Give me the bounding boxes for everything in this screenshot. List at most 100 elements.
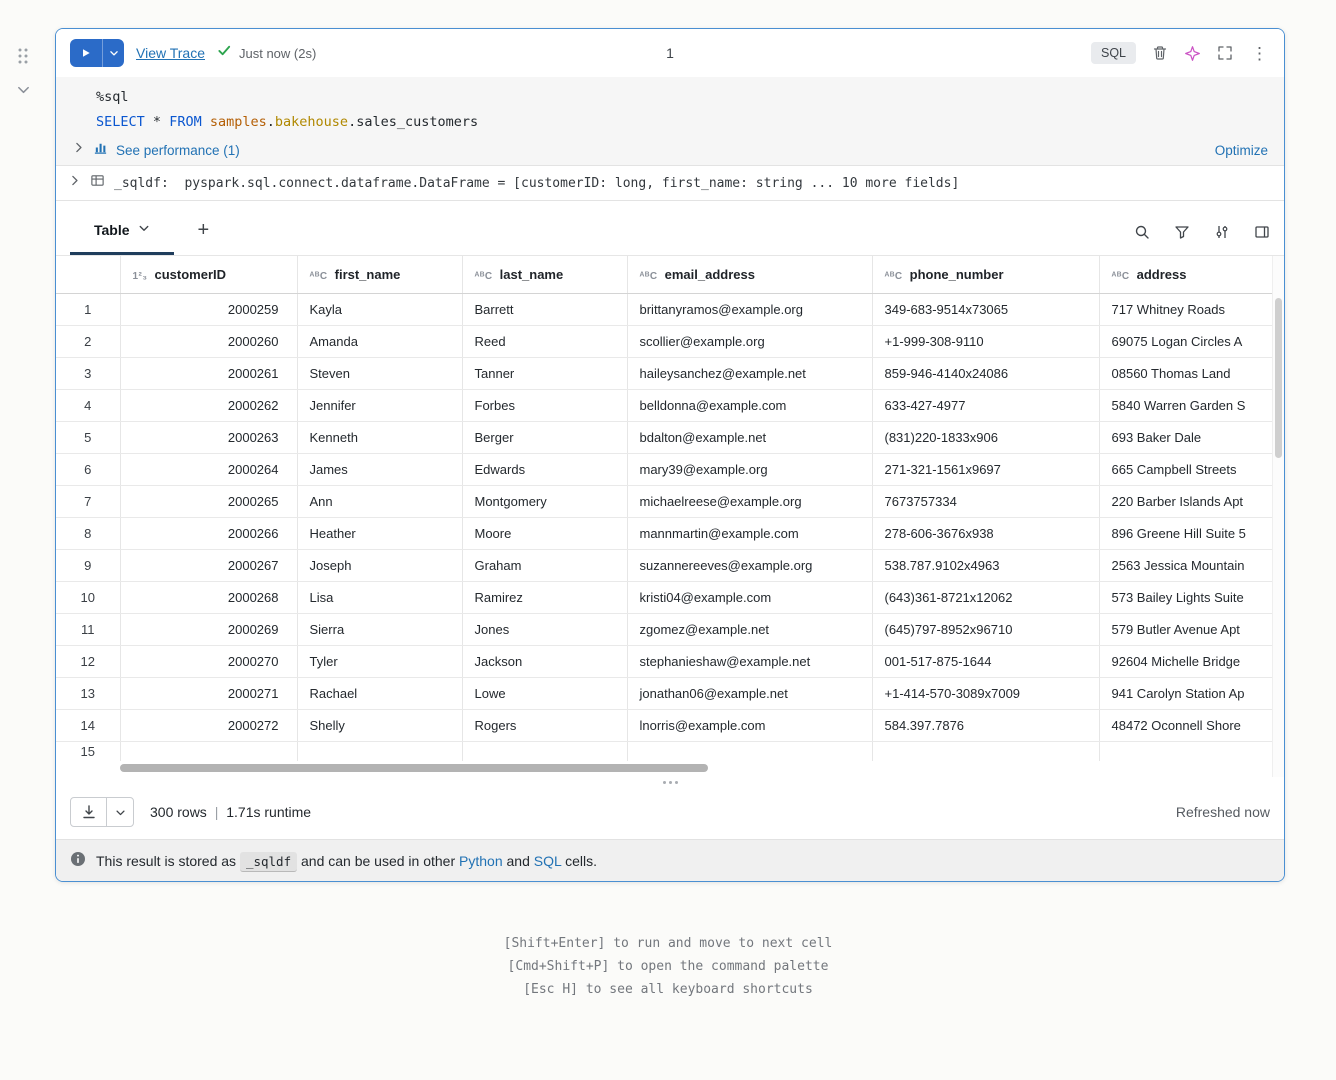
expand-output-chevron-icon[interactable]	[68, 174, 81, 192]
expand-performance-chevron-icon[interactable]	[72, 141, 85, 159]
cell-customerID[interactable]: 2000265	[120, 485, 297, 517]
cell-customerID[interactable]: 2000264	[120, 453, 297, 485]
row-number[interactable]: 3	[56, 357, 120, 389]
run-button[interactable]	[70, 39, 124, 67]
cell-first_name[interactable]: Tyler	[297, 645, 462, 677]
cell-last_name[interactable]: Moore	[462, 517, 627, 549]
cell-phone_number[interactable]: 584.397.7876	[872, 709, 1099, 741]
cell-last_name[interactable]: Berger	[462, 421, 627, 453]
cell-email_address[interactable]: stephanieshaw@example.net	[627, 645, 872, 677]
view-trace-link[interactable]: View Trace	[136, 45, 205, 61]
cell-first_name[interactable]: Kayla	[297, 293, 462, 325]
collapse-cell-chevron-icon[interactable]	[16, 82, 31, 102]
cell-customerID[interactable]: 2000260	[120, 325, 297, 357]
sql-code-line[interactable]: SELECT * FROM samples.bakehouse.sales_cu…	[56, 110, 1284, 135]
row-number[interactable]: 4	[56, 389, 120, 421]
cell-phone_number[interactable]: 538.787.9102x4963	[872, 549, 1099, 581]
python-link[interactable]: Python	[459, 853, 503, 869]
adjust-columns-icon[interactable]	[1214, 224, 1230, 240]
row-number[interactable]: 6	[56, 453, 120, 485]
language-selector[interactable]: SQL	[1091, 42, 1136, 64]
cell-first_name[interactable]	[297, 741, 462, 761]
cell-first_name[interactable]: Jennifer	[297, 389, 462, 421]
cell-last_name[interactable]: Barrett	[462, 293, 627, 325]
cell-first_name[interactable]: Heather	[297, 517, 462, 549]
cell-address[interactable]: 08560 Thomas Land	[1099, 357, 1272, 389]
column-header-phone_number[interactable]: ᴬᴮCphone_number	[872, 256, 1099, 293]
run-options-chevron-icon[interactable]	[102, 39, 124, 67]
cell-email_address[interactable]: haileysanchez@example.net	[627, 357, 872, 389]
row-number[interactable]: 1	[56, 293, 120, 325]
cell-address[interactable]: 579 Butler Avenue Apt	[1099, 613, 1272, 645]
download-button[interactable]	[70, 797, 134, 827]
cell-last_name[interactable]: Graham	[462, 549, 627, 581]
optimize-link[interactable]: Optimize	[1215, 143, 1268, 158]
code-editor[interactable]: %sql SELECT * FROM samples.bakehouse.sal…	[56, 77, 1284, 165]
add-visualization-button[interactable]: +	[188, 219, 220, 255]
cell-first_name[interactable]: Ann	[297, 485, 462, 517]
row-number[interactable]: 12	[56, 645, 120, 677]
download-icon[interactable]	[71, 798, 107, 826]
cell-customerID[interactable]: 2000267	[120, 549, 297, 581]
maximize-cell-icon[interactable]	[1217, 45, 1233, 61]
cell-customerID[interactable]: 2000271	[120, 677, 297, 709]
cell-phone_number[interactable]: +1-414-570-3089x7009	[872, 677, 1099, 709]
cell-customerID[interactable]: 2000269	[120, 613, 297, 645]
cell-email_address[interactable]: belldonna@example.com	[627, 389, 872, 421]
sql-link[interactable]: SQL	[534, 853, 562, 869]
cell-first_name[interactable]: James	[297, 453, 462, 485]
cell-last_name[interactable]: Forbes	[462, 389, 627, 421]
row-number[interactable]: 10	[56, 581, 120, 613]
cell-email_address[interactable]: lnorris@example.com	[627, 709, 872, 741]
cell-address[interactable]: 665 Campbell Streets	[1099, 453, 1272, 485]
cell-last_name[interactable]: Jones	[462, 613, 627, 645]
row-number[interactable]: 5	[56, 421, 120, 453]
cell-address[interactable]: 48472 Oconnell Shore	[1099, 709, 1272, 741]
cell-last_name[interactable]: Montgomery	[462, 485, 627, 517]
cell-first_name[interactable]: Steven	[297, 357, 462, 389]
cell-last_name[interactable]: Lowe	[462, 677, 627, 709]
cell-address[interactable]: 220 Barber Islands Apt	[1099, 485, 1272, 517]
tab-table[interactable]: Table	[70, 207, 174, 255]
cell-phone_number[interactable]: 278-606-3676x938	[872, 517, 1099, 549]
cell-address[interactable]: 69075 Logan Circles A	[1099, 325, 1272, 357]
cell-email_address[interactable]: michaelreese@example.org	[627, 485, 872, 517]
cell-email_address[interactable]: jonathan06@example.net	[627, 677, 872, 709]
cell-email_address[interactable]: mannmartin@example.com	[627, 517, 872, 549]
cell-phone_number[interactable]: (831)220-1833x906	[872, 421, 1099, 453]
row-number[interactable]: 8	[56, 517, 120, 549]
cell-first_name[interactable]: Amanda	[297, 325, 462, 357]
cell-phone_number[interactable]	[872, 741, 1099, 761]
cell-phone_number[interactable]: (643)361-8721x12062	[872, 581, 1099, 613]
column-header-email_address[interactable]: ᴬᴮCemail_address	[627, 256, 872, 293]
cell-address[interactable]: 92604 Michelle Bridge	[1099, 645, 1272, 677]
cell-first_name[interactable]: Lisa	[297, 581, 462, 613]
cell-last_name[interactable]: Jackson	[462, 645, 627, 677]
cell-email_address[interactable]: suzannereeves@example.org	[627, 549, 872, 581]
cell-customerID[interactable]: 2000263	[120, 421, 297, 453]
cell-first_name[interactable]: Joseph	[297, 549, 462, 581]
cell-customerID[interactable]	[120, 741, 297, 761]
cell-email_address[interactable]	[627, 741, 872, 761]
delete-cell-icon[interactable]	[1152, 45, 1168, 61]
column-header-address[interactable]: ᴬᴮCaddress	[1099, 256, 1272, 293]
cell-email_address[interactable]: brittanyramos@example.org	[627, 293, 872, 325]
cell-phone_number[interactable]: 859-946-4140x24086	[872, 357, 1099, 389]
see-performance-link[interactable]: See performance (1)	[116, 143, 240, 158]
play-icon[interactable]	[70, 39, 102, 67]
cell-phone_number[interactable]: 349-683-9514x73065	[872, 293, 1099, 325]
cell-address[interactable]: 2563 Jessica Mountain	[1099, 549, 1272, 581]
column-header-customerID[interactable]: 1²₃customerID	[120, 256, 297, 293]
assistant-sparkle-icon[interactable]	[1184, 45, 1201, 62]
cell-address[interactable]: 693 Baker Dale	[1099, 421, 1272, 453]
cell-address[interactable]: 717 Whitney Roads	[1099, 293, 1272, 325]
row-number[interactable]: 2	[56, 325, 120, 357]
cell-email_address[interactable]: scollier@example.org	[627, 325, 872, 357]
row-number[interactable]: 15	[56, 741, 120, 761]
cell-customerID[interactable]: 2000266	[120, 517, 297, 549]
cell-phone_number[interactable]: 7673757334	[872, 485, 1099, 517]
cell-address[interactable]: 941 Carolyn Station Ap	[1099, 677, 1272, 709]
side-panel-icon[interactable]	[1254, 224, 1270, 240]
cell-last_name[interactable]: Tanner	[462, 357, 627, 389]
cell-customerID[interactable]: 2000262	[120, 389, 297, 421]
